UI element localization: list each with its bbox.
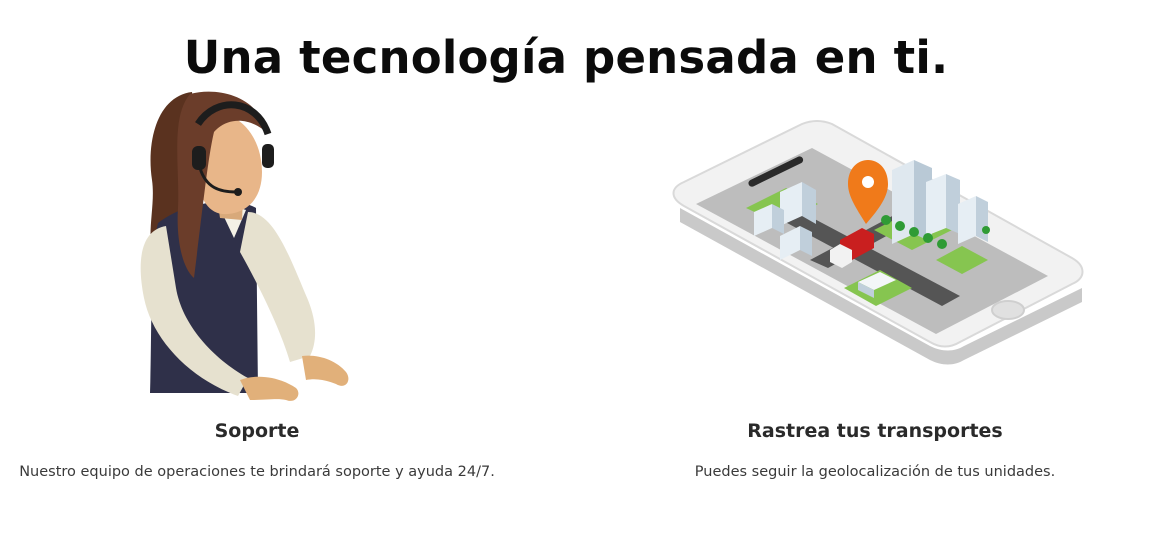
support-heading: Soporte [214,420,300,442]
tracking-heading: Rastrea tus transportes [747,420,1003,442]
tracking-description: Puedes seguir la geolocalización de tus … [694,464,1056,480]
section-title: Una tecnología pensada en ti. [183,31,949,84]
support-description: Nuestro equipo de operaciones te brindar… [19,464,495,480]
support-agent-illustration [140,91,349,401]
phone-tracking-illustration [672,120,1084,365]
